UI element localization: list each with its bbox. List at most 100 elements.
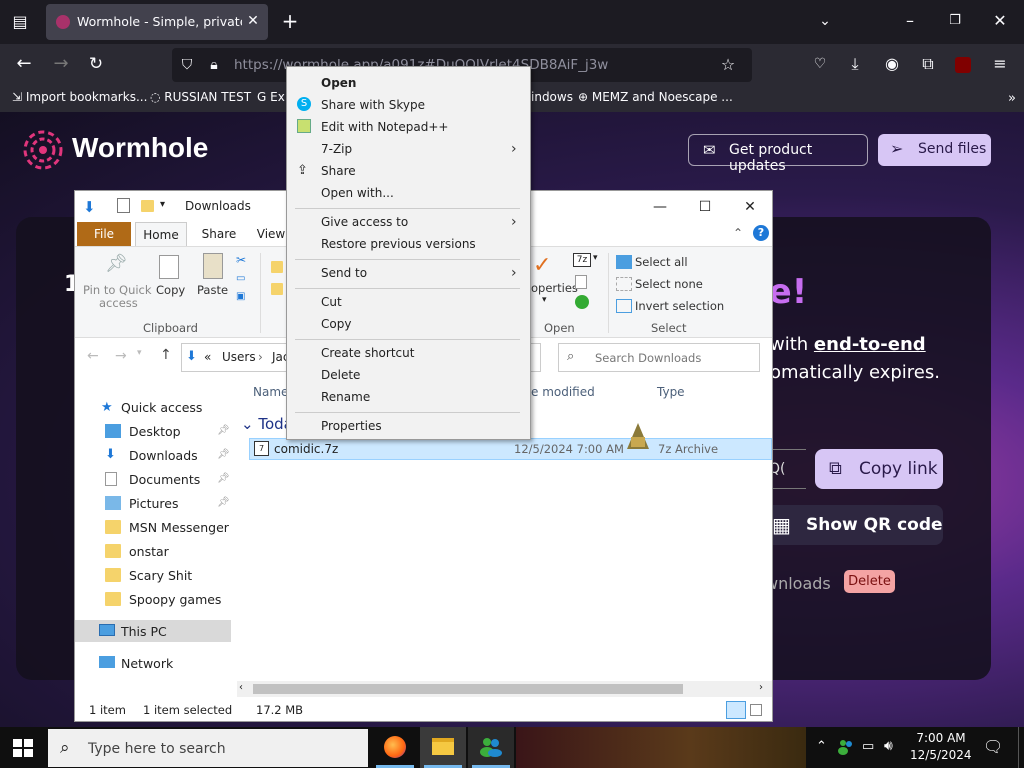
properties-dropdown-icon[interactable]: ▾	[542, 295, 547, 305]
list-tabs-icon[interactable]: ⌄	[815, 11, 835, 31]
close-window-icon[interactable]: ✕	[990, 11, 1010, 31]
menu-item-7zip[interactable]: 7-Zip ›	[289, 138, 528, 160]
nav-forward-icon[interactable]: →	[115, 348, 127, 364]
select-all-icon[interactable]	[616, 255, 632, 269]
menu-item-copy[interactable]: Copy	[289, 313, 528, 335]
horizontal-scrollbar[interactable]: ‹ ›	[237, 681, 772, 697]
nav-back-icon[interactable]: ←	[87, 348, 99, 364]
extensions-icon[interactable]: ⧉	[918, 54, 938, 74]
tab-view[interactable]: View	[251, 222, 291, 246]
open-dropdown-icon[interactable]: ▾	[593, 253, 598, 263]
show-desktop-button[interactable]	[1018, 727, 1024, 768]
menu-item-share[interactable]: ⇪ Share	[289, 160, 528, 182]
menu-item-rename[interactable]: Rename	[289, 386, 528, 408]
get-product-updates-button[interactable]: ✉ Get product updates	[688, 134, 868, 174]
breadcrumb-users[interactable]: Users	[222, 350, 256, 364]
7zip-open-icon[interactable]: 7z	[573, 253, 591, 267]
copy-link-button[interactable]: ⧉ Copy link	[815, 449, 943, 489]
lock-icon[interactable]: 🔒︎	[205, 55, 223, 75]
nav-up-icon[interactable]: ↑	[160, 347, 172, 363]
tray-date[interactable]: 12/5/2024	[910, 748, 972, 762]
tab-overview-icon[interactable]: ▤	[10, 12, 30, 32]
copy-ribbon-button[interactable]: Copy	[153, 249, 189, 309]
bookmark-star-icon[interactable]: ☆	[718, 55, 738, 75]
downloads-icon[interactable]: ⤓	[845, 54, 865, 74]
menu-icon[interactable]: ≡	[990, 54, 1010, 74]
account-icon[interactable]: ◉	[882, 54, 902, 74]
menu-item-send-to[interactable]: Send to ›	[289, 262, 528, 284]
tab-file[interactable]: File	[77, 222, 131, 246]
menu-item-give-access-to[interactable]: Give access to ›	[289, 211, 528, 233]
taskbar-search-box[interactable]: ⌕ Type here to search	[48, 729, 368, 767]
edit-icon[interactable]	[575, 275, 587, 289]
move-to-icon[interactable]	[271, 261, 283, 273]
delete-button[interactable]: Delete	[844, 570, 895, 593]
paste-ribbon-button[interactable]: Paste	[193, 249, 233, 309]
tab-share[interactable]: Share	[193, 222, 245, 246]
properties-check-icon[interactable]: ✓	[533, 253, 551, 278]
menu-item-properties[interactable]: Properties	[289, 415, 528, 437]
minimize-icon[interactable]: –	[900, 11, 920, 31]
search-downloads-input[interactable]: ⌕ Search Downloads	[558, 343, 760, 372]
menu-item-create-shortcut[interactable]: Create shortcut	[289, 342, 528, 364]
menu-item-share-with-skype[interactable]: S Share with Skype	[289, 94, 528, 116]
collapse-ribbon-icon[interactable]: ⌃	[733, 226, 743, 240]
new-folder-qat-icon[interactable]	[141, 200, 154, 212]
history-icon[interactable]	[575, 295, 589, 309]
properties-label[interactable]: operties	[531, 281, 578, 295]
scroll-thumb[interactable]	[253, 684, 683, 694]
tray-time[interactable]: 7:00 AM	[916, 731, 966, 745]
column-type[interactable]: Type	[657, 385, 685, 399]
windows-start-icon[interactable]	[13, 739, 33, 757]
volume-tray-icon[interactable]: 🔊︎	[884, 738, 893, 754]
file-explorer-taskbar-button[interactable]	[420, 727, 466, 768]
column-name[interactable]: Name	[253, 385, 288, 399]
menu-item-cut[interactable]: Cut	[289, 291, 528, 313]
select-none-button[interactable]: Select none	[635, 277, 703, 291]
bookmarks-overflow-icon[interactable]: »	[1004, 89, 1020, 109]
back-icon[interactable]: ←	[13, 54, 35, 74]
invert-selection-button[interactable]: Invert selection	[635, 299, 724, 313]
shield-icon[interactable]: ⛉	[178, 55, 196, 75]
tab-home[interactable]: Home	[135, 222, 187, 246]
firefox-taskbar-button[interactable]	[372, 727, 418, 768]
new-tab-button[interactable]: +	[279, 11, 301, 31]
ublock-icon[interactable]	[955, 57, 971, 73]
explorer-maximize-icon[interactable]: ☐	[682, 194, 728, 220]
explorer-close-icon[interactable]: ✕	[727, 194, 773, 220]
cut-icon[interactable]: ✂	[236, 253, 246, 267]
bookmark-google[interactable]: G Ex	[257, 90, 285, 104]
restore-icon[interactable]: ❐	[945, 11, 965, 31]
bookmark-windows[interactable]: indows	[531, 90, 573, 104]
show-qr-code-button[interactable]: ▦ Show QR code	[760, 505, 943, 545]
msn-tray-icon[interactable]	[838, 739, 854, 755]
properties-qat-icon[interactable]	[117, 198, 130, 213]
reload-icon[interactable]: ↻	[85, 54, 107, 74]
details-view-icon[interactable]	[726, 701, 746, 719]
menu-item-restore-previous-versions[interactable]: Restore previous versions	[289, 233, 528, 255]
help-icon[interactable]: ?	[753, 225, 769, 241]
menu-item-delete[interactable]: Delete	[289, 364, 528, 386]
bookmark-russian-test[interactable]: ◌ RUSSIAN TEST	[150, 90, 251, 104]
forward-icon[interactable]: →	[50, 54, 72, 74]
copy-to-icon[interactable]	[271, 283, 283, 295]
browser-tab[interactable]: Wormhole - Simple, private file ✕	[46, 4, 268, 40]
qat-dropdown-icon[interactable]: ▾	[160, 199, 165, 210]
notifications-icon[interactable]: 🗨︎	[983, 737, 1003, 756]
copy-path-icon[interactable]: ▭	[236, 273, 245, 284]
nav-this-pc[interactable]: This PC	[75, 620, 231, 642]
close-tab-icon[interactable]: ✕	[245, 13, 261, 29]
select-none-icon[interactable]	[616, 277, 632, 291]
select-all-button[interactable]: Select all	[635, 255, 688, 269]
explorer-minimize-icon[interactable]: —	[637, 194, 683, 220]
menu-item-edit-with-notepad[interactable]: Edit with Notepad++	[289, 116, 528, 138]
menu-item-open-with[interactable]: Open with...	[289, 182, 528, 204]
pin-to-quick-access-button[interactable]: 📌︎ Pin to Quick access	[83, 249, 152, 310]
network-tray-icon[interactable]: ▭	[862, 739, 874, 754]
recent-locations-icon[interactable]: ▾	[137, 348, 142, 358]
bookmark-import[interactable]: ⇲ Import bookmarks...	[12, 90, 147, 104]
column-date-modified[interactable]: e modified	[531, 385, 595, 399]
paste-shortcut-icon[interactable]: ▣	[236, 291, 245, 302]
msn-messenger-taskbar-button[interactable]	[468, 727, 514, 768]
menu-item-open[interactable]: Open	[289, 72, 528, 94]
